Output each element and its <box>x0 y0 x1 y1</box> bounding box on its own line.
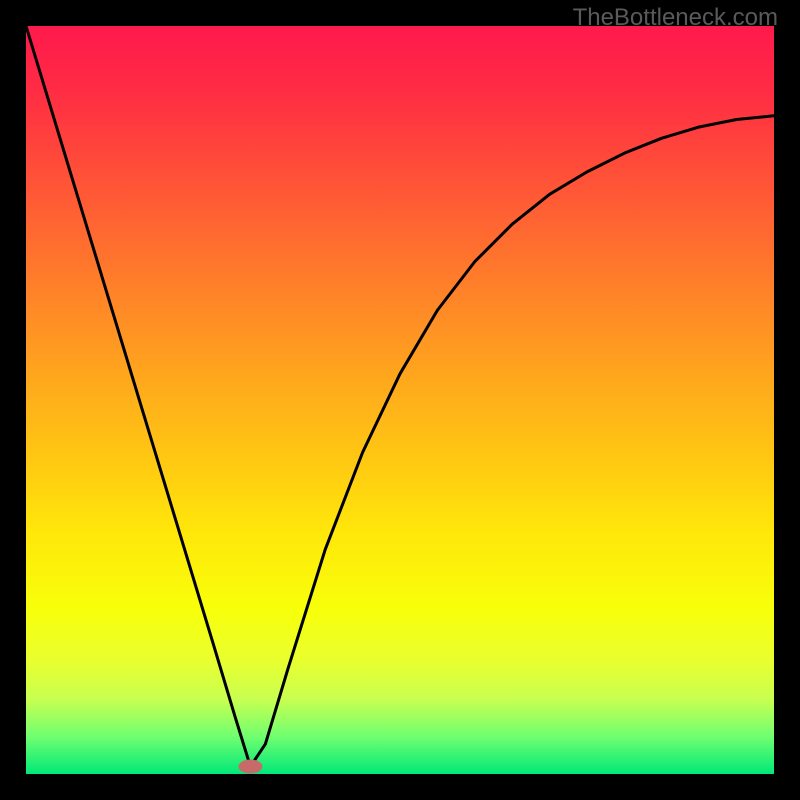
watermark-text: TheBottleneck.com <box>573 4 778 32</box>
bottleneck-curve <box>26 26 774 767</box>
chart-container: TheBottleneck.com <box>0 0 800 800</box>
optimum-marker <box>238 760 262 774</box>
curve-layer <box>26 26 774 774</box>
